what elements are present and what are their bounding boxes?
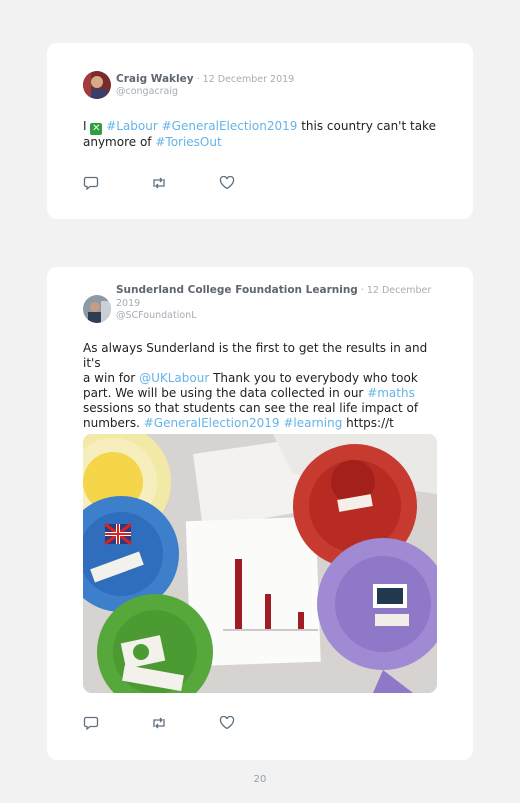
- tweet-date[interactable]: · 12 December: [358, 285, 431, 296]
- hashtag-link[interactable]: #maths: [367, 386, 415, 400]
- page-number: 20: [253, 774, 267, 785]
- mention-link[interactable]: @UKLabour: [139, 371, 209, 385]
- tweet-text: As always Sunderland is the first to get…: [83, 341, 428, 430]
- author-name[interactable]: Sunderland College Foundation Learning: [116, 284, 358, 296]
- reply-icon[interactable]: [83, 176, 99, 190]
- tweet-date[interactable]: · 12 December 2019: [194, 74, 295, 85]
- reply-icon[interactable]: [83, 716, 99, 730]
- hashtag-link[interactable]: #GeneralElection2019: [162, 119, 298, 133]
- tweet-card: Sunderland College Foundation Learning ·…: [47, 267, 473, 760]
- avatar[interactable]: [83, 295, 111, 323]
- author-handle[interactable]: @SCFoundationL: [116, 310, 197, 321]
- tweet-text: I ✕ #Labour #GeneralElection2019 this co…: [83, 119, 436, 149]
- retweet-icon[interactable]: [150, 176, 168, 190]
- hashtag-link[interactable]: #learning: [283, 416, 342, 430]
- tweet-card: Craig Wakley · 12 December 2019 @congacr…: [47, 43, 473, 219]
- hashtag-link[interactable]: #GeneralElection2019: [144, 416, 280, 430]
- hashtag-link[interactable]: #Labour: [106, 119, 158, 133]
- hashtag-link[interactable]: #ToriesOut: [155, 135, 221, 149]
- like-icon[interactable]: [219, 716, 235, 730]
- avatar[interactable]: [83, 71, 111, 99]
- retweet-icon[interactable]: [150, 716, 168, 730]
- tweet-photo[interactable]: [83, 434, 437, 693]
- author-name[interactable]: Craig Wakley: [116, 73, 194, 85]
- tweet-date-year[interactable]: 2019: [116, 298, 140, 309]
- url-link[interactable]: https://t: [342, 416, 394, 430]
- like-icon[interactable]: [219, 176, 235, 190]
- check-box-icon: ✕: [90, 123, 103, 135]
- author-handle[interactable]: @congacraig: [116, 86, 178, 97]
